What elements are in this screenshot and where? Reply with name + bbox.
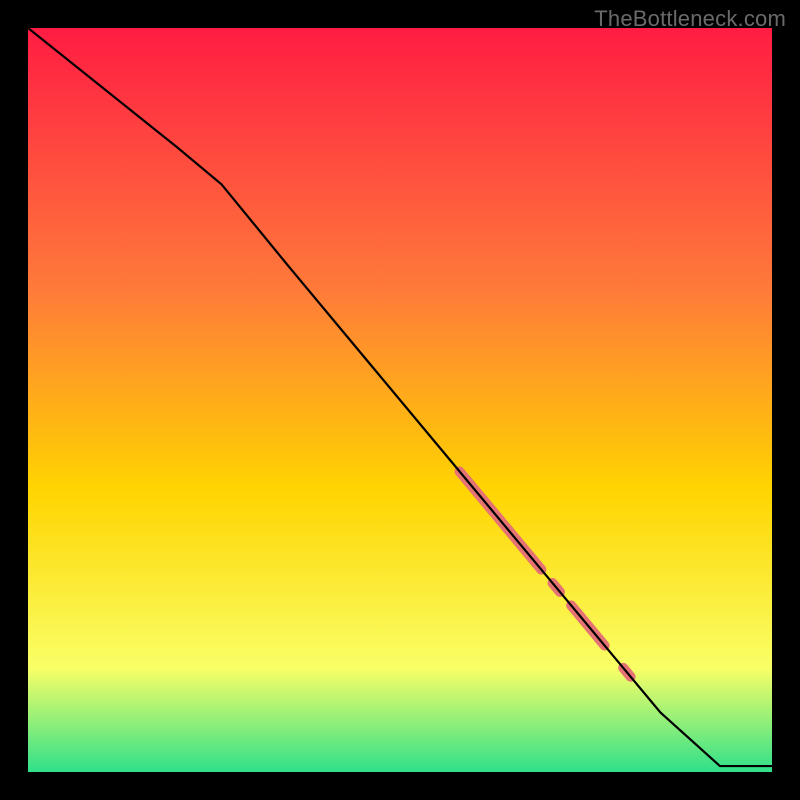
chart-frame: TheBottleneck.com [0, 0, 800, 800]
chart-svg [28, 28, 772, 772]
plot-area [28, 28, 772, 772]
